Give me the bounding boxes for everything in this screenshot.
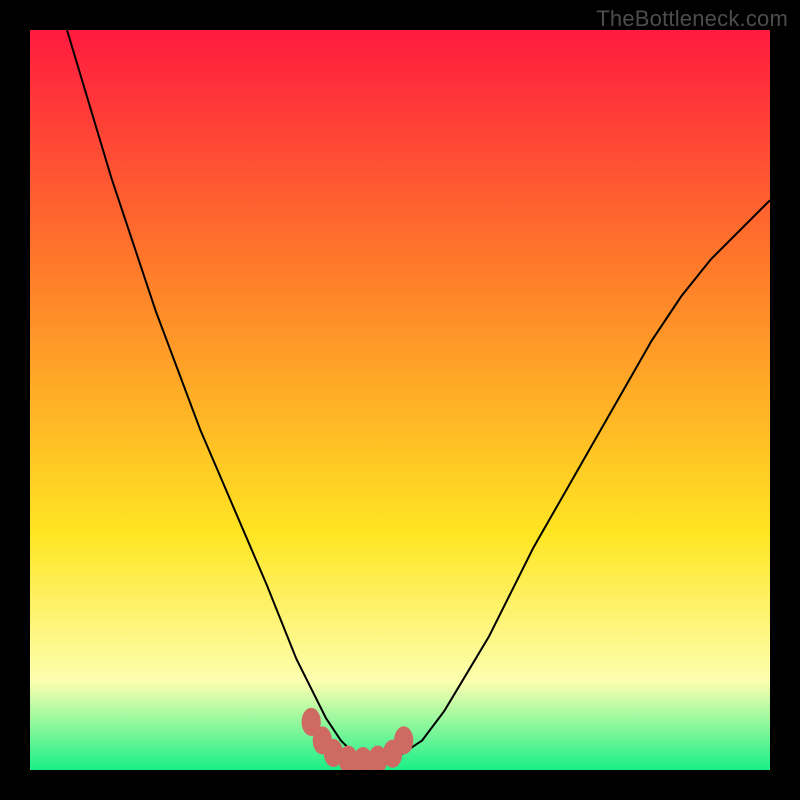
highlight-marker bbox=[394, 726, 413, 754]
chart-background bbox=[30, 30, 770, 770]
bottleneck-chart bbox=[30, 30, 770, 770]
chart-frame: TheBottleneck.com bbox=[0, 0, 800, 800]
watermark-text: TheBottleneck.com bbox=[596, 6, 788, 32]
